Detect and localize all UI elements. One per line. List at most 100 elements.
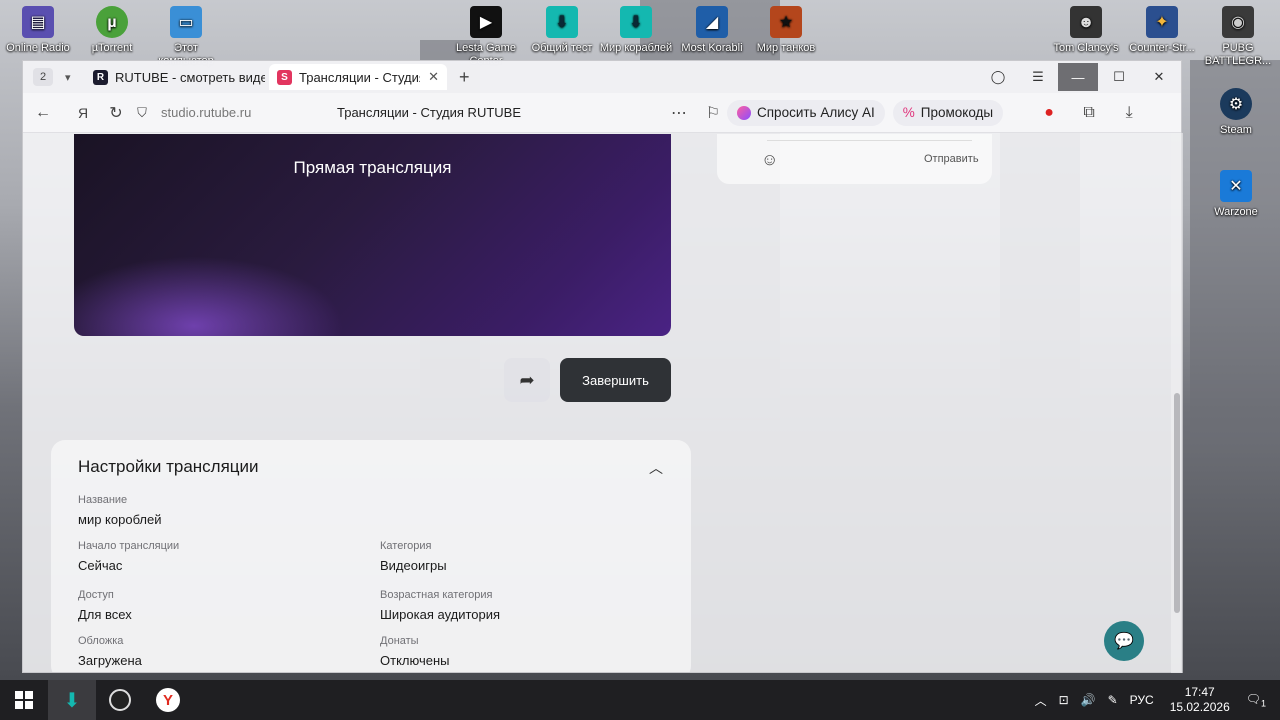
- field-cover: Обложка Загружена: [78, 635, 142, 668]
- lesta-game-center-icon: ▶: [470, 6, 502, 38]
- desktop-icon-this-pc[interactable]: ▭ Этот компьютер: [148, 0, 224, 68]
- tab-rutube[interactable]: R RUTUBE - смотреть виде: [85, 64, 265, 90]
- desktop-icon-common-test[interactable]: ⬇ Общий тест: [524, 0, 600, 55]
- field-age-rating: Возрастная категория Широкая аудитория: [380, 589, 500, 622]
- support-chat-button[interactable]: 💬: [1104, 621, 1144, 661]
- desktop-icon-label: Steam: [1220, 124, 1252, 136]
- field-label: Обложка: [78, 635, 124, 647]
- desktop-icon-utorrent[interactable]: µ µTorrent: [74, 0, 150, 55]
- desktop-icon-counter-strike[interactable]: ✦ Counter-Str...: [1124, 0, 1200, 55]
- field-value: Загружена: [78, 653, 142, 668]
- stream-player[interactable]: Прямая трансляция: [74, 134, 671, 336]
- share-icon: ➦: [519, 369, 535, 390]
- pubg-icon: ◉: [1222, 6, 1254, 38]
- notification-count: 1: [1260, 698, 1266, 709]
- ask-alice-button[interactable]: Спросить Алису AI: [727, 99, 885, 126]
- notifications-icon[interactable]: 🗨1: [1246, 692, 1266, 708]
- yandex-icon[interactable]: Я: [63, 105, 103, 121]
- record-extension-icon[interactable]: ●: [1029, 104, 1069, 122]
- tab-bar: 2 ▾ R RUTUBE - смотреть виде S Трансляци…: [23, 61, 1181, 93]
- taskbar-lesta-app[interactable]: ⬇: [48, 680, 96, 720]
- desktop-icon-lesta[interactable]: ▶ Lesta Game Center: [448, 0, 524, 68]
- chevron-down-icon[interactable]: ▾: [65, 71, 79, 84]
- desktop-icon-pubg[interactable]: ◉ PUBG BATTLEGR...: [1200, 0, 1276, 68]
- chevron-up-icon[interactable]: ︿: [1035, 692, 1047, 709]
- stream-settings-panel: Настройки трансляции ︿ Название мир коро…: [51, 440, 691, 672]
- download-icon[interactable]: ⤓: [1109, 104, 1149, 122]
- pen-icon[interactable]: ✎: [1108, 693, 1118, 707]
- desktop-icon-label: Мир танков: [756, 42, 816, 54]
- tab-count-badge[interactable]: 2: [33, 68, 53, 86]
- promocodes-button[interactable]: % Промокоды: [892, 99, 1004, 126]
- tab-studio-rutube[interactable]: S Трансляции - Студия R ✕: [269, 64, 447, 90]
- back-arrow-icon[interactable]: ←: [23, 104, 63, 122]
- clock-date: 15.02.2026: [1169, 700, 1230, 714]
- desktop-icon-label: Общий тест: [531, 42, 593, 54]
- desktop-icon-label: PUBG BATTLEGR...: [1204, 42, 1272, 67]
- page-content: Прямая трансляция ➦ Завершить ☺ Отправит…: [23, 134, 1171, 672]
- desktop-icon-mir-korabley[interactable]: ⬇ Мир кораблей: [598, 0, 674, 55]
- tab-title: RUTUBE - смотреть виде: [115, 69, 265, 85]
- percent-icon: %: [902, 105, 915, 120]
- field-label: Возрастная категория: [380, 589, 493, 601]
- vertical-scrollbar[interactable]: [1171, 133, 1183, 673]
- page-title: Трансляции - Студия RUTUBE: [337, 105, 521, 120]
- language-indicator[interactable]: РУС: [1130, 693, 1154, 707]
- volume-icon[interactable]: 🔊: [1081, 693, 1096, 707]
- promocodes-label: Промокоды: [920, 105, 994, 120]
- scrollbar-thumb[interactable]: [1174, 393, 1180, 613]
- field-label: Категория: [380, 540, 432, 552]
- reload-icon[interactable]: ↻: [103, 103, 129, 123]
- yandex-browser-icon: Y: [156, 688, 180, 712]
- desktop-icon-most-korabli[interactable]: ◢ Most Korabli: [674, 0, 750, 55]
- field-label: Название: [78, 494, 128, 506]
- tab-title: Трансляции - Студия R: [299, 69, 420, 85]
- chat-input-line[interactable]: [767, 140, 972, 141]
- close-window-button[interactable]: ✕: [1139, 61, 1179, 93]
- new-tab-button[interactable]: +: [459, 67, 470, 88]
- field-value: Отключены: [380, 653, 450, 668]
- counter-strike-icon: ✦: [1146, 6, 1178, 38]
- minimize-button[interactable]: —: [1058, 63, 1098, 91]
- utorrent-icon: µ: [96, 6, 128, 38]
- profile-icon[interactable]: ◯: [978, 61, 1018, 93]
- bookmark-icon[interactable]: ⚐: [699, 103, 727, 123]
- extensions-icon[interactable]: ⧉: [1069, 104, 1109, 122]
- steam-icon: ⚙: [1220, 88, 1252, 120]
- field-value: Широкая аудитория: [380, 607, 501, 622]
- field-label: Начало трансляции: [78, 540, 180, 552]
- desktop-icon-mir-tankov[interactable]: ★ Мир танков: [748, 0, 824, 55]
- field-label: Доступ: [78, 589, 114, 601]
- desktop-icon-online-radio[interactable]: ▤ Online Radio: [0, 0, 76, 55]
- taskbar-obs[interactable]: [96, 680, 144, 720]
- online-radio-icon: ▤: [22, 6, 54, 38]
- menu-icon[interactable]: ☰: [1018, 61, 1058, 93]
- shield-icon[interactable]: ⛉: [129, 105, 155, 121]
- share-button[interactable]: ➦: [504, 358, 550, 402]
- emoji-icon[interactable]: ☺: [761, 150, 778, 170]
- desktop-icon-steam[interactable]: ⚙ Steam: [1198, 82, 1274, 137]
- maximize-button[interactable]: ☐: [1099, 61, 1139, 93]
- alice-icon: [737, 105, 751, 120]
- field-value: Для всех: [78, 607, 132, 622]
- desktop-icon-label: Warzone: [1214, 206, 1258, 218]
- chevron-up-icon[interactable]: ︿: [649, 458, 663, 478]
- clock[interactable]: 17:47 15.02.2026: [1170, 685, 1230, 715]
- chat-input-card: ☺ Отправить: [717, 134, 992, 184]
- send-button[interactable]: Отправить: [924, 153, 979, 165]
- finish-stream-button[interactable]: Завершить: [560, 358, 671, 402]
- more-icon[interactable]: ⋯: [659, 103, 699, 123]
- mir-tankov-icon: ★: [770, 6, 802, 38]
- address-bar: ← Я ↻ ⛉ studio.rutube.ru Трансляции - Ст…: [23, 93, 1181, 133]
- desktop-icon-tom-clancys[interactable]: ☻ Tom Clancy's: [1048, 0, 1124, 55]
- taskbar-yandex-browser[interactable]: Y: [144, 680, 192, 720]
- close-tab-icon[interactable]: ✕: [428, 69, 439, 85]
- ask-alice-label: Спросить Алису AI: [757, 105, 875, 120]
- desktop-icon-warzone[interactable]: ✕ Warzone: [1198, 164, 1274, 219]
- start-button[interactable]: [0, 680, 48, 720]
- obs-icon: [109, 689, 131, 711]
- settings-heading: Настройки трансляции: [78, 457, 259, 476]
- url-field[interactable]: studio.rutube.ru: [161, 105, 311, 120]
- studio-favicon-icon: S: [277, 69, 292, 85]
- network-icon[interactable]: ⊡: [1059, 693, 1069, 707]
